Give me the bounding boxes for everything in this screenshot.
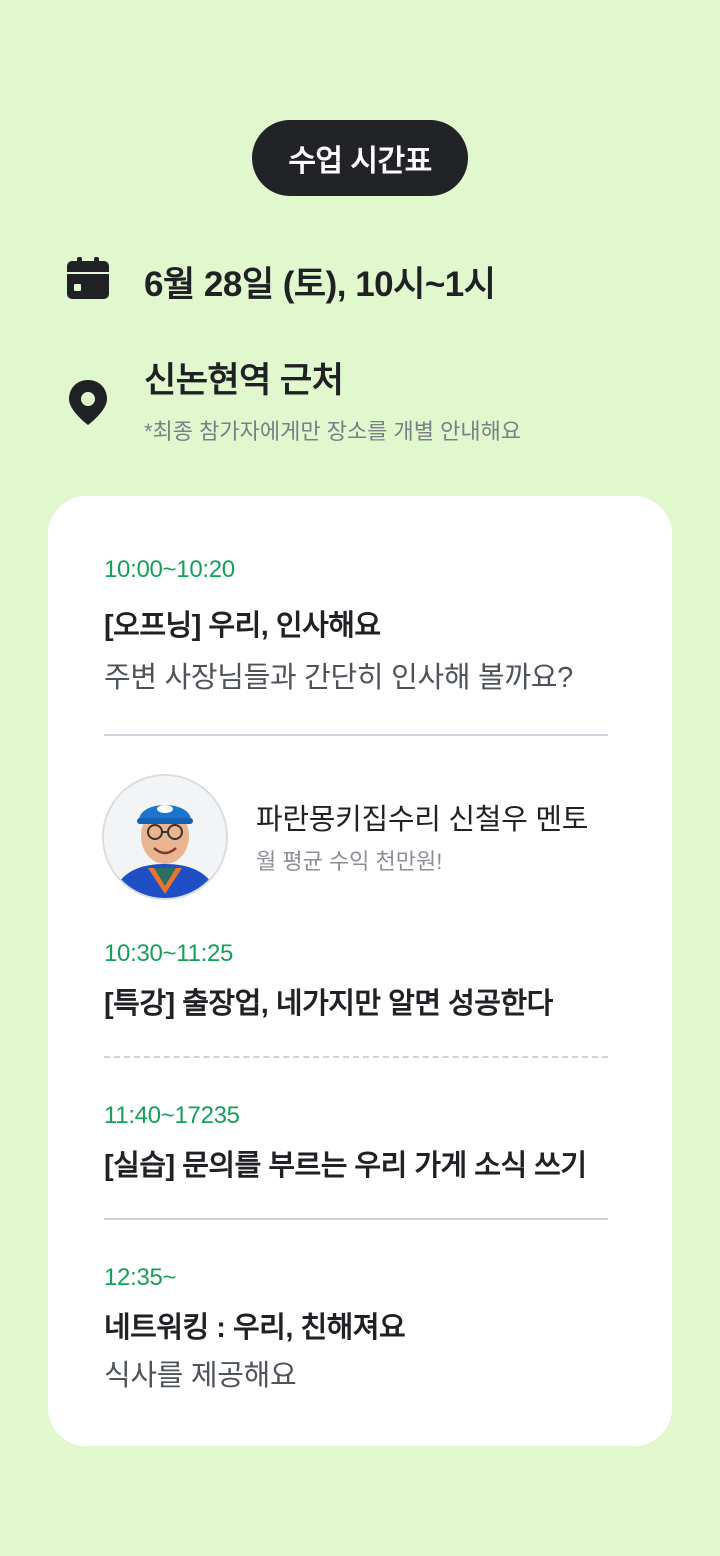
- divider: [104, 734, 608, 736]
- location-note: *최종 참가자에게만 장소를 개별 안내해요: [144, 419, 522, 444]
- practice-time: 11:40~17235: [104, 1102, 240, 1129]
- lecture-title: [특강] 출장업, 네가지만 알면 성공한다: [104, 988, 553, 1020]
- event-date: 6월 28일 (토), 10시~1시: [144, 265, 496, 304]
- networking-desc: 식사를 제공해요: [104, 1360, 297, 1392]
- mentor-name: 파란몽키집수리 신철우 멘토: [256, 804, 589, 836]
- map-pin-icon: [66, 378, 110, 431]
- mentor-subtitle: 월 평균 수익 천만원!: [256, 849, 443, 874]
- schedule-title-pill: 수업 시간표: [252, 120, 468, 196]
- opening-title: [오프닝] 우리, 인사해요: [104, 610, 381, 642]
- mentor-avatar: [102, 774, 228, 900]
- location-title: 신논현역 근처: [144, 361, 344, 400]
- opening-desc: 주변 사장님들과 간단히 인사해 볼까요?: [104, 662, 573, 694]
- divider: [104, 1218, 608, 1220]
- schedule-card: 10:00~10:20 [오프닝] 우리, 인사해요 주변 사장님들과 간단히 …: [48, 496, 672, 1446]
- calendar-icon: [66, 256, 110, 300]
- networking-title: 네트워킹 : 우리, 친해져요: [104, 1312, 406, 1344]
- dashed-divider: [104, 1056, 608, 1058]
- opening-time: 10:00~10:20: [104, 556, 235, 583]
- practice-title: [실습] 문의를 부르는 우리 가게 소식 쓰기: [104, 1150, 587, 1182]
- lecture-time: 10:30~11:25: [104, 940, 234, 967]
- networking-time: 12:35~: [104, 1264, 177, 1291]
